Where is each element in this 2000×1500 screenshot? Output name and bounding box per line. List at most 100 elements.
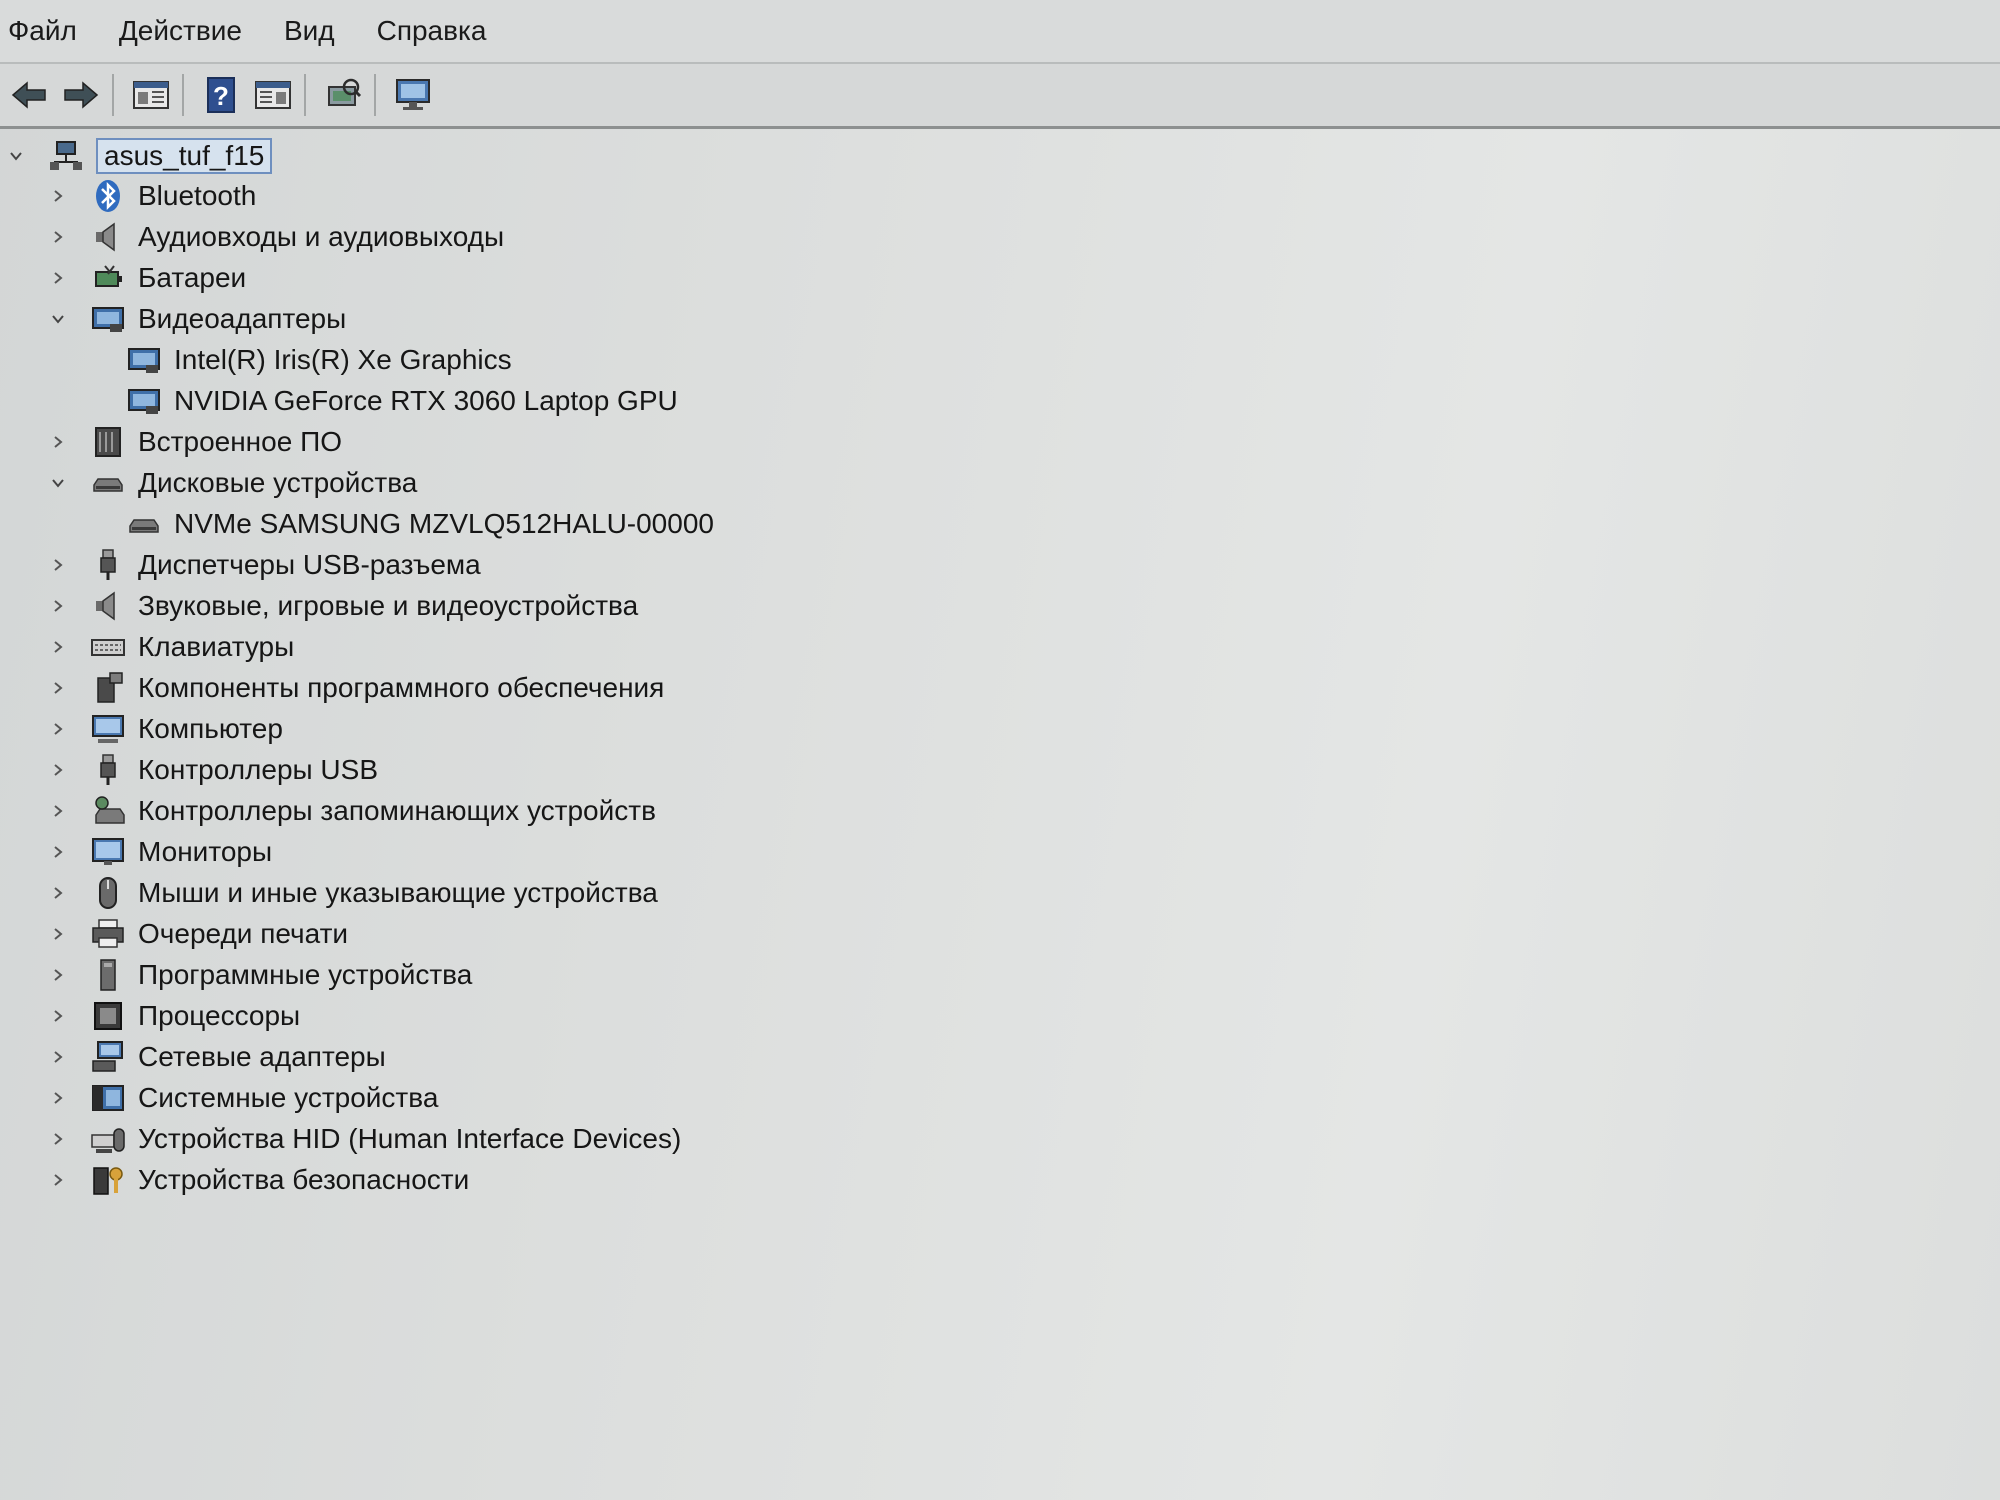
help-button[interactable]: ?	[198, 72, 244, 118]
chevron-right-icon[interactable]	[48, 883, 68, 903]
properties-pane-button[interactable]	[250, 72, 296, 118]
tree-item-label: Мониторы	[138, 836, 273, 867]
tree-item-network-adapters[interactable]: Сетевые адаптеры	[48, 1037, 386, 1077]
tree-item-label: Компьютер	[138, 713, 283, 744]
tree-item-label: Устройства безопасности	[138, 1164, 470, 1195]
chevron-right-icon[interactable]	[48, 637, 68, 657]
toolbar: ?	[0, 64, 2000, 129]
tree-item-mice[interactable]: Мыши и иные указывающие устройства	[48, 873, 658, 913]
chevron-down-icon[interactable]	[48, 309, 68, 329]
monitor-button[interactable]	[390, 72, 436, 118]
tree-device-nvidia-rtx-3060[interactable]: NVIDIA GeForce RTX 3060 Laptop GPU	[126, 381, 678, 421]
forward-button[interactable]	[58, 72, 104, 118]
tree-item-label: Клавиатуры	[138, 631, 295, 662]
usb-connector-icon	[90, 547, 126, 583]
menu-bar: Файл Действие Вид Справка	[0, 0, 2000, 64]
chevron-right-icon[interactable]	[48, 842, 68, 862]
tree-item-software-components[interactable]: Компоненты программного обеспечения	[48, 668, 664, 708]
tree-item-label: Контроллеры USB	[138, 754, 378, 785]
tree-item-label: Устройства HID (Human Interface Devices)	[138, 1123, 682, 1154]
tree-device-intel-iris-xe[interactable]: Intel(R) Iris(R) Xe Graphics	[126, 340, 512, 380]
chevron-down-icon[interactable]	[6, 146, 26, 166]
chevron-right-icon[interactable]	[48, 801, 68, 821]
tree-item-label: Bluetooth	[138, 180, 257, 211]
tree-item-storage-controllers[interactable]: Контроллеры запоминающих устройств	[48, 791, 656, 831]
tree-item-sound-video-game[interactable]: Звуковые, игровые и видеоустройства	[48, 586, 638, 626]
tree-item-security-devices[interactable]: Устройства безопасности	[48, 1160, 469, 1200]
toolbar-separator	[304, 74, 306, 116]
tree-device-nvme-samsung[interactable]: NVMe SAMSUNG MZVLQ512HALU-00000	[126, 504, 714, 544]
speaker-icon	[90, 219, 126, 255]
tree-item-audio-inputs-outputs[interactable]: Аудиовходы и аудиовыходы	[48, 217, 504, 257]
tree-item-label: Мыши и иные указывающие устройства	[138, 877, 658, 908]
chevron-right-icon[interactable]	[48, 965, 68, 985]
computer-icon	[90, 711, 126, 747]
chevron-right-icon[interactable]	[48, 719, 68, 739]
tree-device-label: Intel(R) Iris(R) Xe Graphics	[174, 344, 512, 375]
mouse-icon	[90, 875, 126, 911]
properties-pane-icon	[255, 81, 291, 109]
scan-hardware-button[interactable]	[320, 72, 366, 118]
chevron-right-icon[interactable]	[48, 1088, 68, 1108]
tree-item-label: Программные устройства	[138, 959, 473, 990]
chevron-right-icon[interactable]	[48, 1006, 68, 1026]
tree-item-bluetooth[interactable]: Bluetooth	[48, 176, 256, 216]
show-hide-console-tree-button[interactable]	[128, 72, 174, 118]
chevron-right-icon[interactable]	[48, 678, 68, 698]
device-tree: asus_tuf_f15 Bluetooth Аудиовходы и ауди…	[0, 132, 2000, 1500]
tree-item-system-devices[interactable]: Системные устройства	[48, 1078, 438, 1118]
network-adapter-icon	[90, 1039, 126, 1075]
tree-item-usb-controllers[interactable]: Контроллеры USB	[48, 750, 378, 790]
tree-item-print-queues[interactable]: Очереди печати	[48, 914, 348, 954]
chevron-right-icon[interactable]	[48, 596, 68, 616]
disk-drive-icon	[90, 465, 126, 501]
tree-item-firmware[interactable]: Встроенное ПО	[48, 422, 342, 462]
tree-item-software-devices[interactable]: Программные устройства	[48, 955, 472, 995]
chevron-right-icon[interactable]	[48, 1047, 68, 1067]
tree-item-usb-connector-managers[interactable]: Диспетчеры USB-разъема	[48, 545, 481, 585]
tree-item-disk-drives[interactable]: Дисковые устройства	[48, 463, 417, 503]
chevron-right-icon[interactable]	[48, 227, 68, 247]
menu-view[interactable]: Вид	[276, 15, 353, 47]
tree-root[interactable]: asus_tuf_f15	[6, 136, 273, 176]
tree-item-keyboards[interactable]: Клавиатуры	[48, 627, 294, 667]
chevron-right-icon[interactable]	[48, 555, 68, 575]
chevron-right-icon[interactable]	[48, 268, 68, 288]
tree-item-monitors[interactable]: Мониторы	[48, 832, 272, 872]
menu-action[interactable]: Действие	[111, 15, 260, 47]
storage-controller-icon	[90, 793, 126, 829]
tree-item-processors[interactable]: Процессоры	[48, 996, 300, 1036]
chevron-right-icon[interactable]	[48, 760, 68, 780]
tree-item-label: Аудиовходы и аудиовыходы	[138, 221, 505, 252]
security-device-icon	[90, 1162, 126, 1198]
tree-item-hid[interactable]: Устройства HID (Human Interface Devices)	[48, 1119, 681, 1159]
menu-help[interactable]: Справка	[369, 15, 505, 47]
chevron-right-icon[interactable]	[48, 432, 68, 452]
svg-text:?: ?	[213, 81, 229, 111]
chevron-down-icon[interactable]	[48, 473, 68, 493]
tree-item-label: Дисковые устройства	[138, 467, 418, 498]
tree-item-label: Контроллеры запоминающих устройств	[138, 795, 656, 826]
forward-arrow-icon	[64, 81, 99, 109]
tree-item-label: Диспетчеры USB-разъема	[138, 549, 481, 580]
tree-item-display-adapters[interactable]: Видеоадаптеры	[48, 299, 346, 339]
bluetooth-icon	[90, 178, 126, 214]
chevron-right-icon[interactable]	[48, 1170, 68, 1190]
chevron-right-icon[interactable]	[48, 1129, 68, 1149]
tree-item-computer[interactable]: Компьютер	[48, 709, 283, 749]
processor-icon	[90, 998, 126, 1034]
back-button[interactable]	[6, 72, 52, 118]
show-hide-console-tree-icon	[133, 81, 169, 109]
tree-device-label: NVIDIA GeForce RTX 3060 Laptop GPU	[174, 385, 678, 416]
chevron-right-icon[interactable]	[48, 186, 68, 206]
disk-drive-icon	[126, 506, 162, 542]
software-component-icon	[90, 670, 126, 706]
help-icon: ?	[207, 77, 235, 113]
menu-file[interactable]: Файл	[0, 15, 95, 47]
chevron-right-icon[interactable]	[48, 924, 68, 944]
tree-item-label: Видеоадаптеры	[138, 303, 347, 334]
back-arrow-icon	[11, 81, 46, 109]
tree-item-label: Встроенное ПО	[138, 426, 342, 457]
display-adapter-icon	[90, 301, 126, 337]
tree-item-batteries[interactable]: Батареи	[48, 258, 246, 298]
